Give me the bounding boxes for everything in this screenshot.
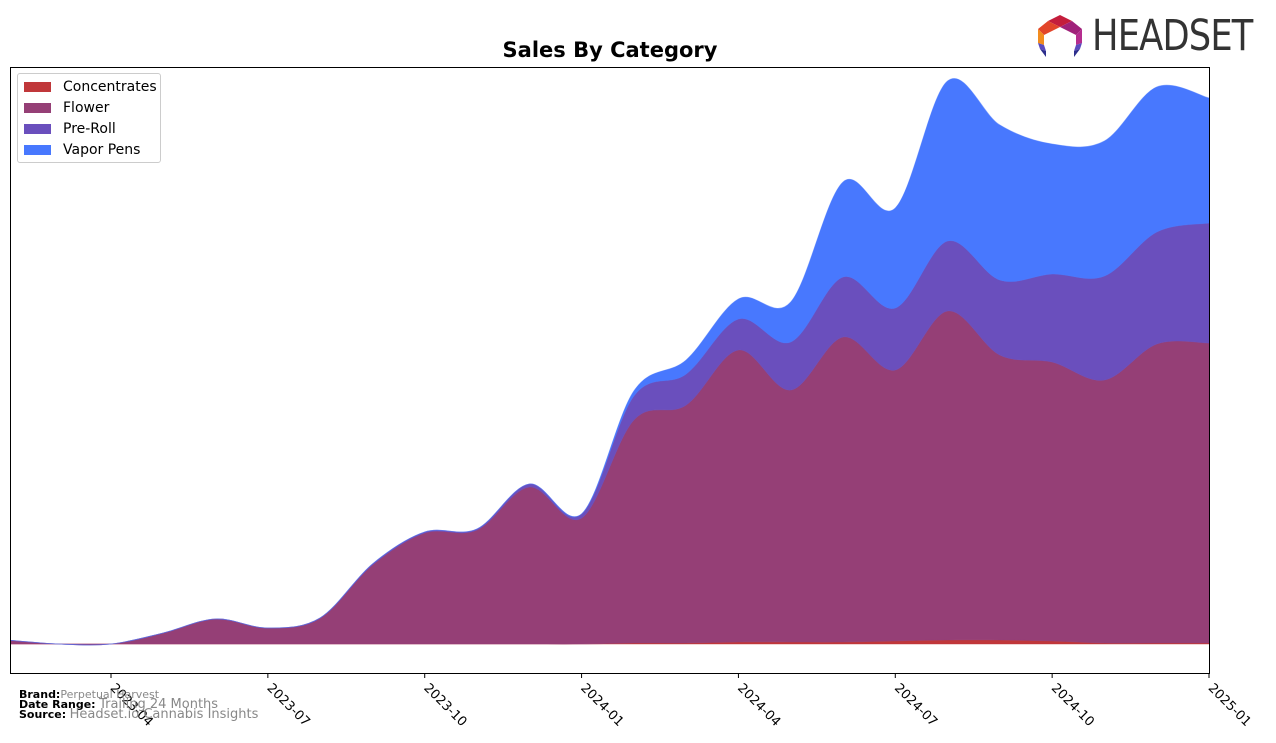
headset-logo-icon [1038, 15, 1082, 57]
legend-label: Pre-Roll [63, 121, 116, 137]
source-label: Source: [19, 708, 67, 721]
headset-logo: HEADSET [1036, 11, 1276, 61]
x-tick-label: 2023-10 [420, 681, 469, 730]
source-value: Headset.io Cannabis Insights [69, 707, 259, 722]
legend-swatch-concentrates [24, 82, 51, 92]
x-tick-label: 2024-07 [891, 681, 940, 730]
x-tick-label: 2024-10 [1048, 681, 1097, 730]
x-axis: 2023-04 2023-07 2023-10 2024-01 2024-04 2024-… [107, 673, 1254, 730]
legend-swatch-vapor-pens [24, 145, 51, 155]
legend-item-concentrates: Concentrates [24, 77, 157, 97]
sales-by-category-chart: 2023-04 2023-07 2023-10 2024-01 2024-04 2024-… [10, 67, 1254, 730]
legend-label: Flower [63, 100, 110, 116]
legend-swatch-flower [24, 103, 51, 113]
x-tick-label: 2024-01 [577, 681, 626, 730]
x-tick-label: 2025-01 [1205, 681, 1254, 730]
area-flower [10, 310, 1209, 646]
footer-source: Source: Headset.io Cannabis Insights [19, 707, 259, 722]
legend-label: Vapor Pens [63, 142, 141, 158]
x-tick-label: 2023-07 [264, 681, 313, 730]
legend: Concentrates Flower Pre-Roll Vapor Pens [17, 73, 161, 163]
chart-footer: Brand:Perpetual Harvest Date Range: Trai… [19, 689, 259, 722]
legend-item-flower: Flower [24, 98, 109, 118]
legend-item-pre-roll: Pre-Roll [24, 119, 116, 139]
legend-item-vapor-pens: Vapor Pens [24, 140, 140, 160]
area-layers [10, 78, 1209, 646]
legend-label: Concentrates [63, 79, 157, 95]
logo-text: HEADSET [1092, 11, 1253, 61]
x-tick-label: 2024-04 [734, 681, 783, 730]
legend-swatch-pre-roll [24, 124, 51, 134]
